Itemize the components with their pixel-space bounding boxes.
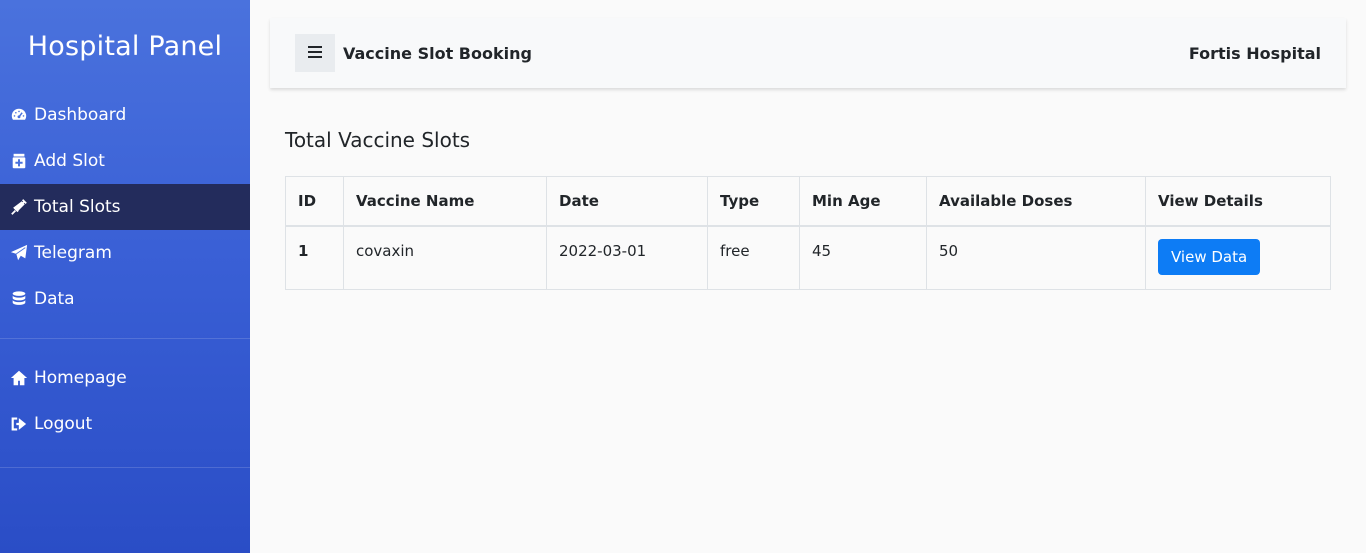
sidebar-item-dashboard[interactable]: Dashboard: [0, 92, 250, 138]
tachometer-icon: [10, 105, 32, 125]
medical-plus-icon: [10, 151, 32, 171]
hamburger-menu-icon: [308, 45, 322, 61]
sidebar-toggle-button[interactable]: [295, 34, 335, 72]
table-row: 1 covaxin 2022-03-01 free 45 50 View Dat…: [285, 225, 1331, 290]
syringe-icon: [10, 197, 32, 217]
column-header-type: Type: [707, 176, 800, 227]
column-header-date: Date: [546, 176, 708, 227]
sidebar-item-label: Logout: [34, 414, 93, 434]
view-data-button[interactable]: View Data: [1158, 238, 1261, 275]
cell-vaccine-name: covaxin: [343, 225, 547, 290]
sidebar-item-homepage[interactable]: Homepage: [0, 355, 250, 401]
table-header-row: ID Vaccine Name Date Type Min Age Availa…: [285, 176, 1331, 227]
database-icon: [10, 289, 32, 309]
column-header-available-doses: Available Doses: [926, 176, 1146, 227]
sidebar-menu: Dashboard Add Slot Total Slots Telegram …: [0, 92, 250, 338]
column-header-view-details: View Details: [1145, 176, 1331, 227]
sidebar-brand: Hospital Panel: [27, 30, 223, 62]
cell-type: free: [707, 225, 800, 290]
sidebar-item-label: Dashboard: [34, 105, 127, 125]
sidebar-item-telegram[interactable]: Telegram: [0, 230, 250, 276]
column-header-vaccine-name: Vaccine Name: [343, 176, 547, 227]
sidebar-item-logout[interactable]: Logout: [0, 401, 250, 447]
top-navbar: Vaccine Slot Booking Fortis Hospital: [270, 18, 1346, 88]
sidebar-item-add-slot[interactable]: Add Slot: [0, 138, 250, 184]
sidebar-item-label: Total Slots: [34, 197, 121, 217]
paper-plane-icon: [10, 243, 32, 263]
column-header-id: ID: [285, 176, 344, 227]
cell-min-age: 45: [799, 225, 927, 290]
page-title: Vaccine Slot Booking: [343, 43, 532, 63]
cell-view-details: View Data: [1145, 225, 1331, 290]
section-heading: Total Vaccine Slots: [285, 128, 471, 152]
sidebar-item-label: Add Slot: [34, 151, 105, 171]
sidebar-item-label: Telegram: [34, 243, 112, 263]
sidebar: Hospital Panel Dashboard Add Slot Total …: [0, 0, 250, 553]
sidebar-divider: [0, 467, 250, 468]
sidebar-item-label: Homepage: [34, 368, 127, 388]
home-icon: [10, 368, 32, 388]
sidebar-item-total-slots[interactable]: Total Slots: [0, 184, 250, 230]
cell-available-doses: 50: [926, 225, 1146, 290]
vaccine-slots-table: ID Vaccine Name Date Type Min Age Availa…: [285, 176, 1331, 290]
column-header-min-age: Min Age: [799, 176, 927, 227]
cell-id: 1: [285, 225, 344, 290]
sidebar-item-label: Data: [34, 289, 75, 309]
sign-out-icon: [10, 414, 32, 434]
sidebar-item-data[interactable]: Data: [0, 276, 250, 322]
cell-date: 2022-03-01: [546, 225, 708, 290]
sidebar-secondary-menu: Homepage Logout: [0, 339, 250, 467]
hospital-name: Fortis Hospital: [1188, 43, 1321, 63]
